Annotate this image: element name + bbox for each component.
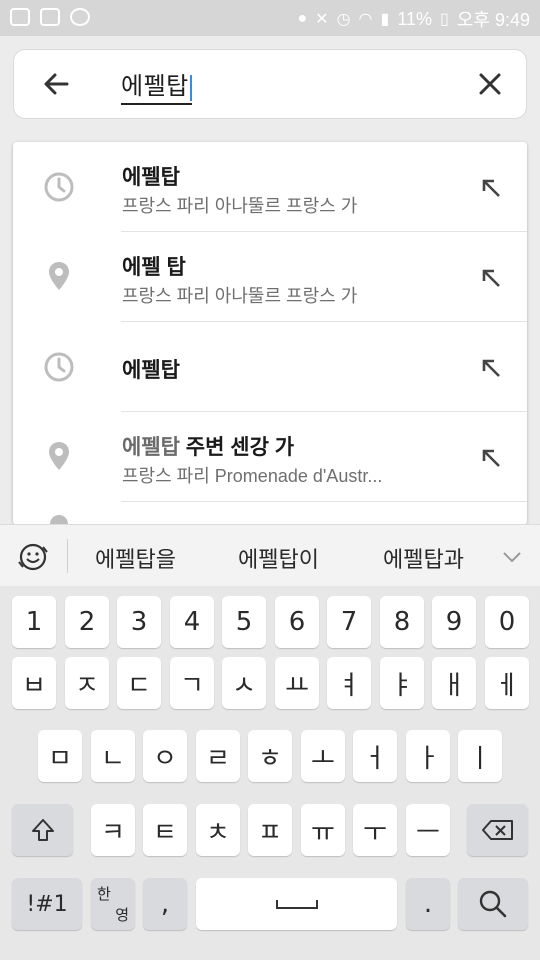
comma-key[interactable]: , xyxy=(143,878,187,930)
key[interactable]: ㅛ xyxy=(275,657,319,709)
suggestion-title: 에펠탑 xyxy=(122,359,180,382)
fill-query-arrow-icon[interactable] xyxy=(479,356,503,380)
facebook-icon xyxy=(10,8,30,26)
mute-icon: ✕ xyxy=(315,11,329,28)
place-icon xyxy=(49,442,69,470)
suggestion-item[interactable]: 에펠탑 프랑스 파리 아나뚤르 프랑스 가 xyxy=(13,142,527,232)
key[interactable]: 8 xyxy=(380,596,424,648)
suggestion-title-rest: 주변 센강 가 xyxy=(179,436,295,459)
key[interactable]: ㅋ xyxy=(91,804,135,856)
key[interactable]: 1 xyxy=(12,596,56,648)
prediction-word[interactable]: 에펠탑이 xyxy=(238,542,319,574)
key[interactable]: ㄷ xyxy=(117,657,161,709)
search-bar: 에펠탑 xyxy=(13,49,527,119)
key[interactable]: ㅔ xyxy=(485,657,529,709)
wifi-icon: ◠ xyxy=(358,11,373,28)
history-icon xyxy=(44,352,74,382)
key[interactable]: ㅍ xyxy=(248,804,292,856)
key[interactable]: ㄹ xyxy=(196,730,240,782)
fill-query-arrow-icon[interactable] xyxy=(479,266,503,290)
suggestion-item[interactable]: 에펠탑 주변 센강 가 프랑스 파리 Promenade d'Austr... xyxy=(13,412,527,502)
search-icon xyxy=(479,890,507,918)
key[interactable]: ㅜ xyxy=(353,804,397,856)
prediction-word[interactable]: 에펠탑을 xyxy=(95,542,176,574)
signal-icon: ▮ xyxy=(380,11,390,28)
suggestion-item[interactable]: 에펠 탑 프랑스 파리 아나뚤르 프랑스 가 xyxy=(13,232,527,322)
arrow-left-icon[interactable] xyxy=(40,68,72,100)
key[interactable]: ㅊ xyxy=(196,804,240,856)
suggestion-subtitle: 프랑스 파리 아나뚤르 프랑스 가 xyxy=(122,286,358,306)
battery-icon: ▯ xyxy=(440,11,449,28)
suggestion-title: 에펠탑 xyxy=(122,166,180,189)
space-icon xyxy=(275,900,318,909)
key[interactable]: 4 xyxy=(170,596,214,648)
suggestion-subtitle: 프랑스 파리 아나뚤르 프랑스 가 xyxy=(122,196,358,216)
search-input[interactable]: 에펠탑 xyxy=(121,66,192,105)
language-key[interactable]: 한 영 xyxy=(91,878,135,930)
suggestion-item[interactable]: 에펠탑 xyxy=(13,322,527,412)
space-key[interactable] xyxy=(196,878,397,930)
divider xyxy=(67,539,68,573)
key[interactable]: 0 xyxy=(485,596,529,648)
status-bar: ● ✕ ◷ ◠ ▮ 11% ▯ 오후 9:49 xyxy=(0,0,540,36)
shift-icon xyxy=(31,819,54,841)
notification-icons xyxy=(10,8,90,26)
location-icon: ● xyxy=(297,10,308,27)
chevron-down-icon[interactable] xyxy=(500,545,524,569)
key[interactable]: 7 xyxy=(327,596,371,648)
emoji-icon[interactable] xyxy=(16,540,50,574)
key[interactable]: 3 xyxy=(117,596,161,648)
key[interactable]: 6 xyxy=(275,596,319,648)
search-key[interactable] xyxy=(458,878,528,930)
key[interactable]: ㄴ xyxy=(91,730,135,782)
prediction-word[interactable]: 에펠탑과 xyxy=(383,542,464,574)
key[interactable]: ㅁ xyxy=(38,730,82,782)
suggestion-list: 에펠탑 프랑스 파리 아나뚤르 프랑스 가 에펠 탑 프랑스 파리 아나뚤르 프… xyxy=(13,142,527,525)
key[interactable]: ㅣ xyxy=(458,730,502,782)
symbols-key[interactable]: !#1 xyxy=(12,878,82,930)
keyboard: 1 2 3 4 5 6 7 8 9 0 ㅂ ㅈ ㄷ ㄱ ㅅ ㅛ ㅕ ㅑ ㅐ ㅔ … xyxy=(0,586,540,960)
suggestion-title: 에펠탑 주변 센강 가 xyxy=(122,431,294,461)
key[interactable]: ㅅ xyxy=(222,657,266,709)
alarm-icon: ◷ xyxy=(336,11,351,28)
talk-icon xyxy=(70,8,90,26)
backspace-key[interactable] xyxy=(467,804,528,856)
place-icon xyxy=(49,262,69,290)
key[interactable]: ㅐ xyxy=(432,657,476,709)
key[interactable]: ㅕ xyxy=(327,657,371,709)
battery-percent: 11% xyxy=(397,8,433,29)
suggestion-title: 에펠 탑 xyxy=(122,256,186,279)
key[interactable]: ㅓ xyxy=(353,730,397,782)
key[interactable]: ㅂ xyxy=(12,657,56,709)
close-icon[interactable] xyxy=(476,70,504,98)
key[interactable]: ㅈ xyxy=(65,657,109,709)
key[interactable]: ㅗ xyxy=(301,730,345,782)
key[interactable]: ㅏ xyxy=(406,730,450,782)
key[interactable]: ㅑ xyxy=(380,657,424,709)
system-icons: ● ✕ ◷ ◠ ▮ 11% ▯ 오후 9:49 xyxy=(298,6,531,32)
keyboard-suggestion-bar: 에펠탑을 에펠탑이 에펠탑과 xyxy=(0,524,540,587)
key[interactable]: ㅇ xyxy=(143,730,187,782)
key[interactable]: ㅡ xyxy=(406,804,450,856)
language-key-en: 영 xyxy=(115,906,129,924)
key[interactable]: ㅠ xyxy=(301,804,345,856)
backspace-icon xyxy=(481,820,513,840)
suggestion-title-match: 에펠탑 xyxy=(122,436,180,459)
key[interactable]: ㄱ xyxy=(170,657,214,709)
clock: 오후 9:49 xyxy=(456,10,530,30)
history-icon xyxy=(44,172,74,202)
fill-query-arrow-icon[interactable] xyxy=(479,176,503,200)
key[interactable]: 2 xyxy=(65,596,109,648)
period-key[interactable]: . xyxy=(406,878,450,930)
image-icon xyxy=(40,8,60,26)
suggestion-subtitle: 프랑스 파리 Promenade d'Austr... xyxy=(122,466,383,486)
language-key-ko: 한 xyxy=(97,885,111,903)
key[interactable]: 5 xyxy=(222,596,266,648)
suggestion-item-partial[interactable] xyxy=(13,502,527,525)
fill-query-arrow-icon[interactable] xyxy=(479,446,503,470)
shift-key[interactable] xyxy=(12,804,73,856)
key[interactable]: ㅎ xyxy=(248,730,292,782)
key[interactable]: ㅌ xyxy=(143,804,187,856)
key[interactable]: 9 xyxy=(432,596,476,648)
